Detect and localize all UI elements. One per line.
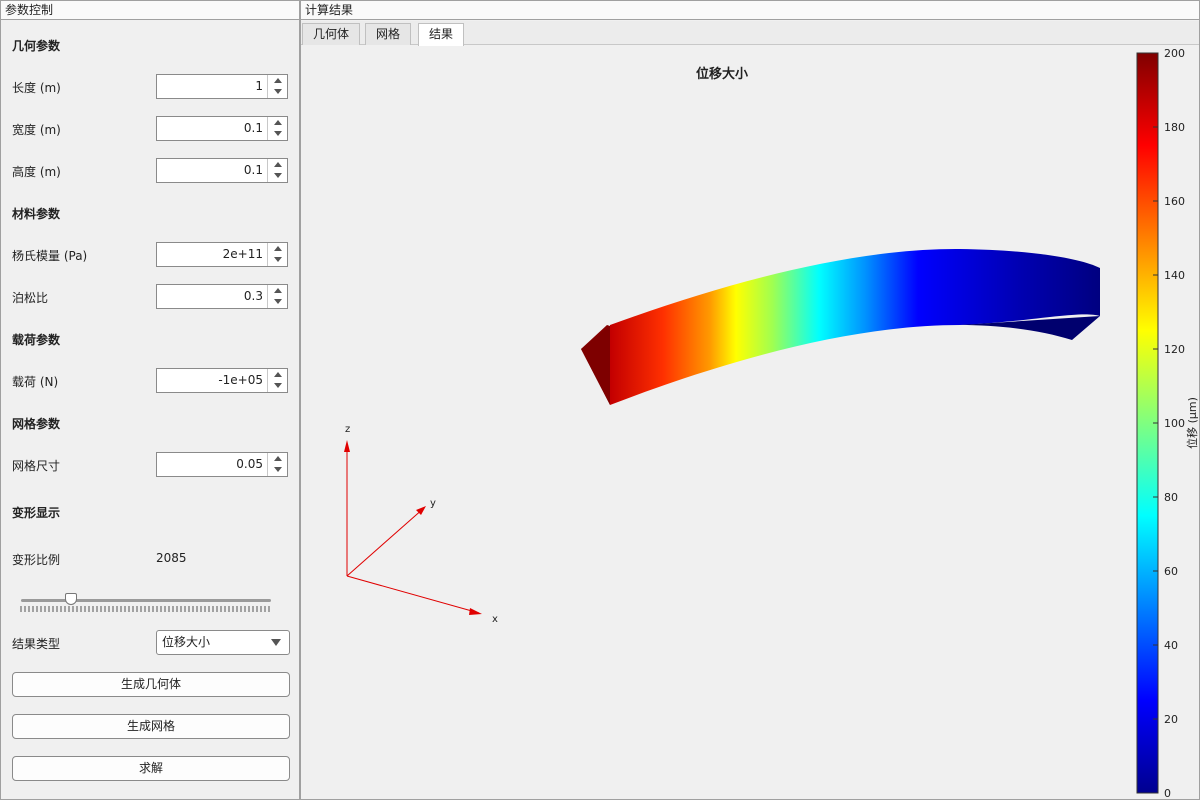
x-axis-label: x bbox=[492, 614, 498, 625]
z-axis-arrowhead bbox=[344, 440, 350, 452]
x-axis-arrowhead bbox=[469, 608, 482, 615]
colorbar-tick-label: 180 bbox=[1164, 121, 1185, 134]
y-axis-line bbox=[346, 507, 425, 577]
colorbar-tick-label: 60 bbox=[1164, 565, 1178, 578]
colorbar-tick-label: 160 bbox=[1164, 195, 1185, 208]
colorbar-tick-label: 80 bbox=[1164, 491, 1178, 504]
colorbar-tick-label: 200 bbox=[1164, 47, 1185, 60]
deformed-beam bbox=[581, 248, 1100, 405]
result-plot: 位移大小 z y x 0 20 40 60 80 100 120 140 160 180 200 位… bbox=[344, 47, 1199, 800]
beam-end-shade bbox=[581, 326, 610, 405]
colorbar-tick-label: 40 bbox=[1164, 639, 1178, 652]
y-axis-label: y bbox=[430, 498, 436, 509]
x-axis-line bbox=[346, 575, 480, 614]
colorbar-label: 位移 (μm) bbox=[1185, 397, 1199, 449]
colorbar-tick-label: 100 bbox=[1164, 417, 1185, 430]
colorbar-tick-label: 0 bbox=[1164, 787, 1171, 800]
axis-triad bbox=[344, 440, 482, 615]
plot-title: 位移大小 bbox=[696, 66, 748, 82]
colorbar-tick-label: 140 bbox=[1164, 269, 1185, 282]
colorbar-tick-label: 20 bbox=[1164, 713, 1178, 726]
z-axis-label: z bbox=[345, 424, 350, 435]
colorbar-tick-label: 120 bbox=[1164, 343, 1185, 356]
